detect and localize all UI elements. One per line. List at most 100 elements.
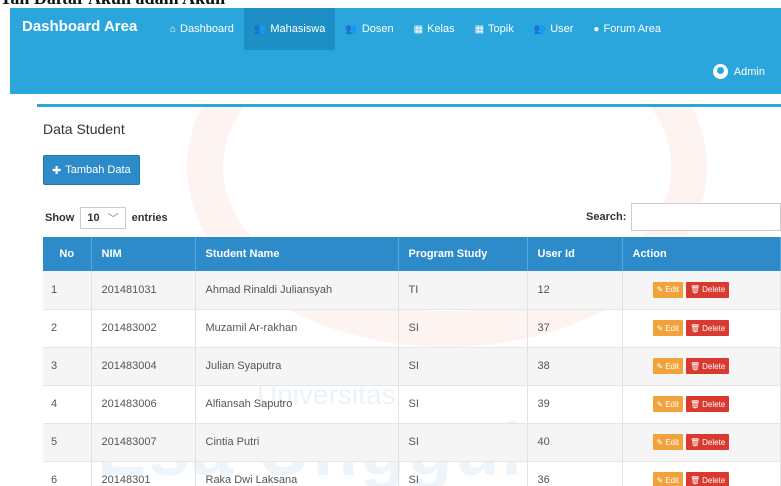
nav-item-topik[interactable]: ▦ Topik [465, 8, 524, 50]
table-row: 5 201483007 Cintia Putri SI 40 ✎ Edit 🗑 Delete [43, 423, 781, 462]
edit-button[interactable]: ✎ Edit [652, 281, 683, 298]
header-no[interactable]: No [43, 237, 92, 271]
page-heading-fragment: Tan Daftar Akun adam Akun [0, 0, 225, 8]
data-student-panel: Universitas Esa Unggul Data Student ✚ Ta… [37, 104, 781, 486]
edit-icon: ✎ [656, 399, 664, 409]
cell-program-study: SI [398, 461, 528, 486]
delete-button[interactable]: 🗑 Delete [686, 434, 730, 450]
nav-item-dashboard[interactable]: ⌂ Dashboard [160, 8, 244, 50]
table-row: 4 201483006 Alfiansah Saputro SI 39 ✎ Edit 🗑 Del… [43, 385, 781, 424]
delete-button[interactable]: 🗑 Delete [686, 396, 730, 412]
nav-item-label: Forum Area [603, 23, 661, 35]
plus-icon: ✚ [52, 164, 62, 177]
nav-item-label: Topik [488, 23, 514, 35]
trash-icon: 🗑 [690, 323, 701, 333]
nav-item-kelas[interactable]: ▦ Kelas [404, 8, 465, 50]
cell-nim: 201483004 [91, 347, 196, 386]
length-control: Show 10 ﹀ entries [45, 207, 168, 229]
cell-program-study: SI [398, 309, 528, 348]
nav-item-mahasiswa[interactable]: 👥 Mahasiswa [243, 8, 336, 50]
add-data-label: Tambah Data [65, 164, 131, 176]
users-icon: 👥 [253, 23, 267, 35]
cell-no: 4 [43, 385, 92, 424]
cell-program-study: SI [398, 385, 528, 424]
cell-action: ✎ Edit 🗑 Delete [622, 309, 781, 348]
table-row: 3 201483004 Julian Syaputra SI 38 ✎ Edit 🗑 Delet… [43, 347, 781, 386]
nav-item-label: User [550, 23, 574, 35]
users-icon: 👥 [533, 23, 547, 35]
edit-button[interactable]: ✎ Edit [652, 472, 683, 486]
cell-program-study: SI [398, 347, 528, 386]
edit-button[interactable]: ✎ Edit [652, 358, 683, 374]
nav-item-dosen[interactable]: 👥 Dosen [335, 8, 403, 50]
edit-icon: ✎ [656, 285, 664, 295]
edit-button[interactable]: ✎ Edit [652, 434, 683, 450]
cell-nim: 201481031 [91, 271, 196, 310]
cell-nim: 201483006 [91, 385, 196, 424]
cell-nim: 201483007 [91, 423, 196, 462]
add-data-button[interactable]: ✚ Tambah Data [43, 155, 140, 185]
nav-item-label: Kelas [427, 23, 455, 35]
delete-button[interactable]: 🗑 Delete [686, 320, 730, 336]
trash-icon: 🗑 [690, 437, 701, 447]
table-icon: ▦ [413, 23, 424, 35]
cell-no: 1 [43, 271, 92, 310]
search-label: Search: [586, 211, 627, 223]
cell-nim: 201483002 [91, 309, 196, 348]
delete-label: Delete [702, 323, 726, 333]
cell-program-study: TI [398, 271, 528, 310]
cell-action: ✎ Edit 🗑 Delete [622, 347, 781, 386]
brand-title[interactable]: Dashboard Area [22, 18, 137, 35]
delete-label: Delete [702, 437, 726, 447]
show-label: Show [45, 212, 75, 224]
edit-button[interactable]: ✎ Edit [652, 396, 683, 412]
nav-item-forum-area[interactable]: ● Forum Area [583, 8, 671, 50]
delete-label: Delete [702, 399, 726, 409]
trash-icon: 🗑 [690, 361, 701, 371]
trash-icon: 🗑 [690, 285, 701, 295]
home-icon: ⌂ [170, 23, 177, 35]
page-heading-strip: Tan Daftar Akun adam Akun [0, 0, 781, 8]
cell-student-name: Alfiansah Saputro [195, 385, 399, 424]
header-student-name[interactable]: Student Name [195, 237, 399, 271]
edit-button[interactable]: ✎ Edit [652, 320, 683, 336]
table-icon: ▦ [474, 23, 485, 35]
header-program-study[interactable]: Program Study [398, 237, 528, 271]
header-user-id[interactable]: User Id [527, 237, 623, 271]
table-row: 2 201483002 Muzamil Ar-rakhan SI 37 ✎ Edit 🗑 Del… [43, 309, 781, 348]
cell-student-name: Muzamil Ar-rakhan [195, 309, 399, 348]
search-input[interactable] [631, 203, 781, 231]
cell-student-name: Ahmad Rinaldi Juliansyah [195, 271, 399, 310]
entries-value: 10 [87, 212, 100, 224]
entries-label: entries [131, 212, 168, 224]
main-nav: ⌂ Dashboard 👥 Mahasiswa 👥 Dosen ▦ Kelas ▦ Topik 👥 U… [160, 8, 671, 50]
edit-icon: ✎ [656, 361, 664, 371]
cell-user-id: 40 [527, 423, 623, 462]
header-action: Action [622, 237, 781, 271]
trash-icon: 🗑 [690, 475, 701, 485]
panel-title: Data Student [43, 121, 125, 137]
delete-button[interactable]: 🗑 Delete [686, 358, 730, 374]
nav-item-label: Dosen [361, 23, 394, 35]
table-row: 6 20148301 Raka Dwi Laksana SI 36 ✎ Edit 🗑 Delet… [43, 461, 781, 486]
nav-item-user[interactable]: 👥 User [524, 8, 584, 50]
delete-button[interactable]: 🗑 Delete [686, 472, 730, 486]
entries-select[interactable]: 10 ﹀ [80, 207, 126, 229]
delete-button[interactable]: 🗑 Delete [686, 281, 730, 298]
header-nim[interactable]: NIM [91, 237, 196, 271]
nav-item-label: Mahasiswa [270, 23, 326, 35]
chevron-down-icon: ﹀ [107, 213, 119, 225]
cell-student-name: Cintia Putri [195, 423, 399, 462]
cell-no: 2 [43, 309, 92, 348]
edit-label: Edit [665, 285, 679, 295]
comment-icon: ● [593, 23, 600, 35]
users-icon: 👥 [345, 23, 358, 35]
edit-icon: ✎ [656, 323, 664, 333]
cell-no: 5 [43, 423, 92, 462]
delete-label: Delete [702, 285, 726, 295]
cell-user-id: 39 [527, 385, 623, 424]
user-menu[interactable]: Admin [712, 64, 765, 79]
user-circle-icon [712, 64, 728, 79]
cell-no: 6 [43, 461, 92, 486]
cell-user-id: 12 [527, 271, 623, 310]
